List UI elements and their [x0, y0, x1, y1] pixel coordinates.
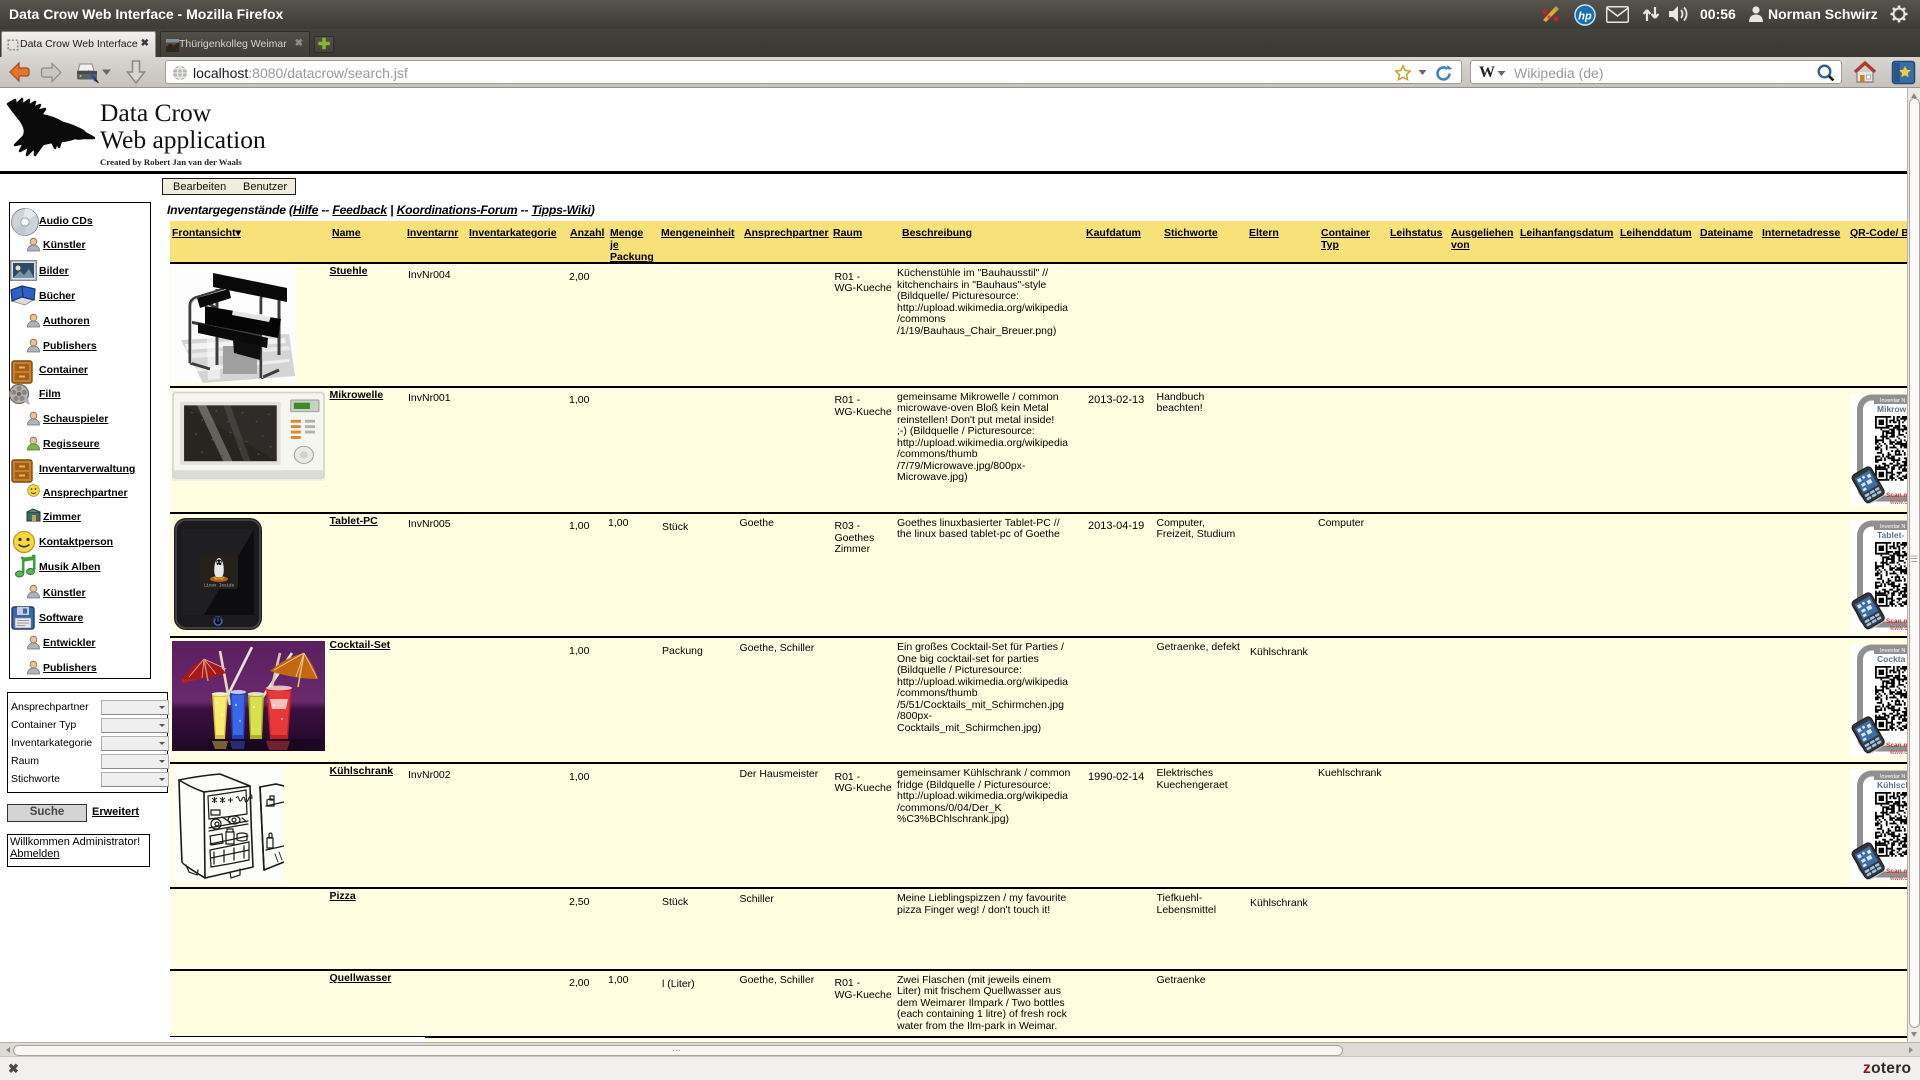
svg-text:hp: hp	[1578, 11, 1592, 23]
svg-text:Linux Inside: Linux Inside	[204, 584, 235, 589]
